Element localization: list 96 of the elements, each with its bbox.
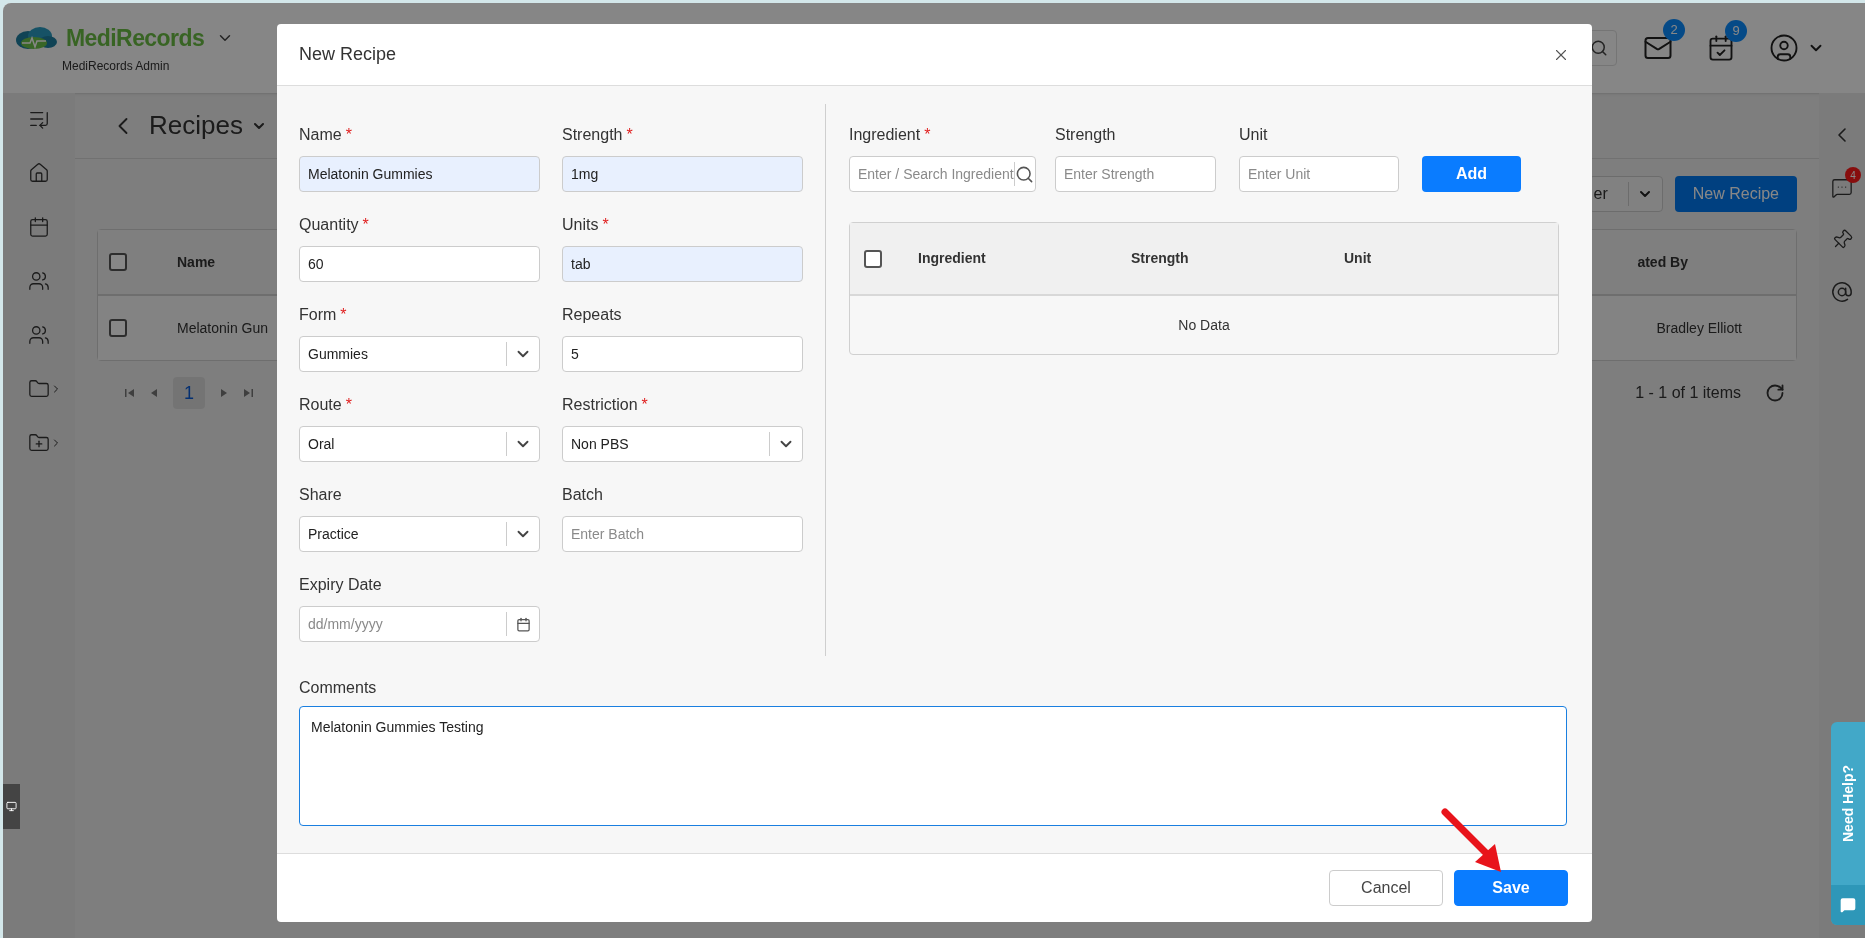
- table-cell-text: Bradley Elliott: [1656, 318, 1742, 338]
- input-field[interactable]: 1mg: [562, 156, 803, 192]
- search-field[interactable]: Enter / Search Ingredient: [849, 156, 1036, 192]
- user-avatar-icon[interactable]: [1769, 33, 1799, 63]
- empty-message: No Data: [1178, 315, 1230, 335]
- checkbox[interactable]: [864, 249, 882, 268]
- cancel-button[interactable]: Cancel: [1329, 870, 1443, 906]
- save-button[interactable]: Save: [1454, 870, 1568, 906]
- brand-name: MediRecords: [66, 23, 205, 53]
- column-header: ated By: [1637, 252, 1688, 272]
- home-icon[interactable]: [28, 162, 50, 184]
- field-label: Strength: [1055, 125, 1116, 145]
- chat-bubble-icon: [1840, 897, 1856, 913]
- required-mark: *: [362, 215, 369, 235]
- field-value: Oral: [308, 436, 335, 452]
- field-value: Practice: [308, 526, 359, 542]
- field-value: 1mg: [571, 164, 599, 184]
- add-button[interactable]: Add: [1422, 156, 1521, 192]
- field-label: Restriction: [562, 395, 638, 415]
- page-title: Recipes: [149, 109, 243, 142]
- input-field[interactable]: Enter Batch: [562, 516, 803, 552]
- field-label: Batch: [562, 485, 603, 505]
- required-mark: *: [641, 395, 648, 415]
- screen-share-tab[interactable]: [3, 784, 20, 829]
- count-badge: 2: [1663, 19, 1685, 41]
- people-icon[interactable]: [28, 270, 50, 292]
- field-label: Units: [562, 215, 599, 235]
- field-value: Non PBS: [571, 436, 629, 452]
- field-label: Repeats: [562, 305, 622, 325]
- select-field[interactable]: Non PBS: [562, 426, 803, 462]
- field-placeholder: Enter Batch: [571, 524, 645, 544]
- calendar-icon[interactable]: [28, 216, 50, 238]
- field-placeholder: Enter Strength: [1064, 164, 1155, 184]
- select-field[interactable]: Gummies: [299, 336, 540, 372]
- input-field[interactable]: Enter Strength: [1055, 156, 1216, 192]
- select-field[interactable]: Practice: [299, 516, 540, 552]
- column-header: Unit: [1344, 249, 1372, 268]
- required-mark: *: [626, 125, 633, 145]
- required-mark: *: [345, 395, 352, 415]
- checkbox[interactable]: [109, 319, 127, 337]
- required-mark: *: [924, 125, 931, 145]
- previous-page-icon[interactable]: [149, 388, 159, 398]
- at-sign-icon[interactable]: [1831, 281, 1853, 303]
- chat-icon[interactable]: [1831, 177, 1853, 199]
- first-page-icon[interactable]: [125, 388, 135, 398]
- field-label: Comments: [299, 678, 378, 698]
- refresh-icon[interactable]: [1765, 383, 1785, 403]
- last-page-icon[interactable]: [243, 388, 253, 398]
- input-field[interactable]: Enter Unit: [1239, 156, 1399, 192]
- people-icon[interactable]: [28, 324, 50, 346]
- field-placeholder: Enter Unit: [1248, 164, 1311, 184]
- calendar-check-icon[interactable]: [1707, 34, 1735, 62]
- field-label: Unit: [1239, 125, 1268, 145]
- pagination-summary: 1 - 1 of 1 items: [1635, 383, 1741, 403]
- field-value: 60: [308, 254, 324, 274]
- date-field[interactable]: dd/mm/yyyy: [299, 606, 540, 642]
- field-value: Gummies: [308, 346, 368, 362]
- input-field[interactable]: tab: [562, 246, 803, 282]
- folder-add-icon[interactable]: [28, 432, 50, 454]
- dialog-title: New Recipe: [299, 43, 397, 66]
- field-label: Expiry Date: [299, 575, 382, 595]
- required-mark: *: [345, 125, 352, 145]
- field-placeholder: dd/mm/yyyy: [308, 616, 383, 632]
- select-field[interactable]: Oral: [299, 426, 540, 462]
- folder-icon[interactable]: [28, 378, 50, 400]
- field-label: Form: [299, 305, 337, 325]
- table-cell-text: Melatonin Gun: [177, 318, 269, 338]
- monitor-icon: [6, 801, 17, 812]
- comments-field[interactable]: Melatonin Gummies Testing: [299, 706, 1567, 826]
- next-page-icon[interactable]: [219, 388, 229, 398]
- field-label: Quantity: [299, 215, 359, 235]
- field-value: tab: [571, 254, 591, 274]
- field-label: Strength: [562, 125, 623, 145]
- input-field[interactable]: 5: [562, 336, 803, 372]
- checkbox[interactable]: [109, 253, 127, 271]
- field-placeholder: Enter / Search Ingredient: [858, 166, 1014, 182]
- field-label: Ingredient: [849, 125, 921, 145]
- calendar-icon: [515, 616, 531, 632]
- field-label: Name: [299, 125, 342, 145]
- field-value: 5: [571, 344, 579, 364]
- required-mark: *: [602, 215, 609, 235]
- column-header: Name: [177, 252, 216, 272]
- field-value: Melatonin Gummies: [308, 164, 433, 184]
- input-field[interactable]: 60: [299, 246, 540, 282]
- column-header: Strength: [1131, 249, 1190, 268]
- count-badge: 4: [1845, 167, 1861, 183]
- search-icon: [1015, 164, 1035, 184]
- count-badge: 9: [1725, 20, 1747, 42]
- account-name: MediRecords Admin: [62, 58, 171, 76]
- cloud-logo-icon: [14, 26, 58, 50]
- search-icon: [1590, 39, 1608, 57]
- input-field[interactable]: Melatonin Gummies: [299, 156, 540, 192]
- column-header: Ingredient: [918, 249, 987, 268]
- field-label: Route: [299, 395, 342, 415]
- required-mark: *: [340, 305, 347, 325]
- field-label: Share: [299, 485, 342, 505]
